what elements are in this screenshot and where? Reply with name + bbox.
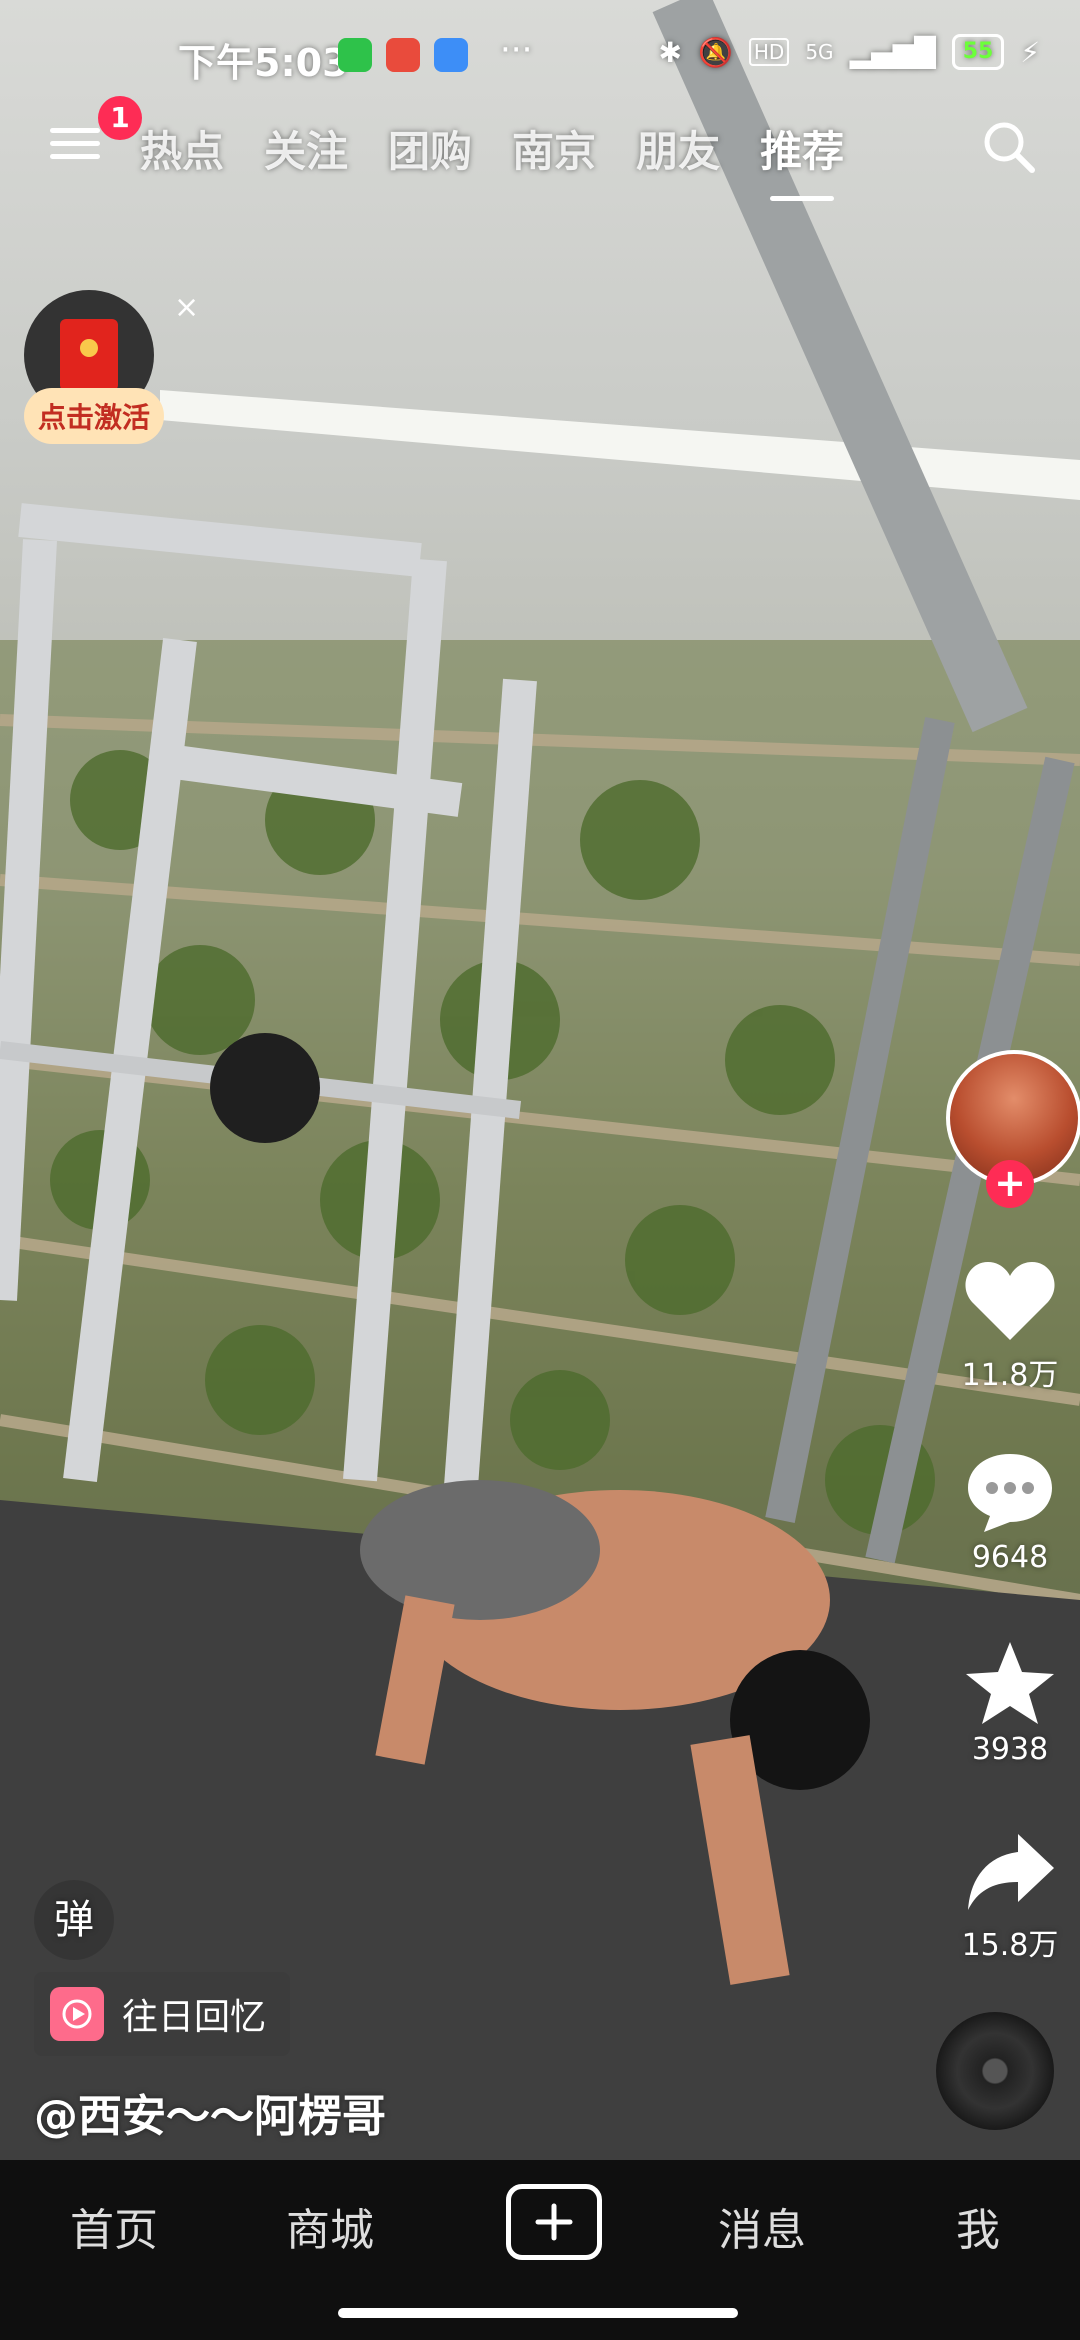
video-player[interactable] (0, 0, 1080, 2160)
heart-icon (965, 1262, 1055, 1340)
music-disc-icon[interactable] (936, 2012, 1054, 2130)
58-app-icon (386, 38, 420, 72)
menu-line (50, 154, 100, 159)
red-packet-label[interactable]: 点击激活 (24, 388, 164, 444)
bluetooth-icon: ✱ (658, 35, 682, 69)
status-bar: 下午5:03 ··· ✱ 🔕 HD 5G ▂▄▆█ 55 ⚡ (0, 0, 1080, 110)
share-arrow-icon (968, 1834, 1054, 1910)
menu-line (50, 141, 100, 146)
memory-tag[interactable]: 往日回忆 (34, 1972, 291, 2056)
memory-label: 往日回忆 (122, 1997, 267, 2038)
home-indicator[interactable] (338, 2308, 738, 2318)
star-icon (966, 1642, 1054, 1724)
tab-hot[interactable]: 热点 (140, 118, 224, 179)
menu-line (50, 128, 100, 133)
top-tabs: 热点 关注 团购 南京 朋友 推荐 (140, 118, 844, 201)
memory-icon (50, 1987, 104, 2041)
tab-recommended[interactable]: 推荐 (760, 118, 844, 201)
create-button[interactable] (506, 2184, 602, 2260)
red-packet-widget[interactable]: × 点击激活 (24, 290, 199, 444)
ceiling-light (160, 390, 1080, 500)
comment-button[interactable]: 9648 (940, 1450, 1080, 1575)
tab-friends[interactable]: 朋友 (636, 118, 720, 179)
search-icon[interactable] (980, 118, 1036, 174)
red-envelope-icon (60, 319, 118, 391)
like-button[interactable]: 11.8万 (940, 1260, 1080, 1394)
network-label: 5G (805, 40, 834, 64)
favorite-count: 3938 (971, 1732, 1049, 1767)
mute-bell-icon: 🔕 (698, 35, 733, 69)
video-frame (0, 0, 1080, 2160)
person-arm-left (375, 1595, 455, 1765)
baidu-netdisk-icon (434, 38, 468, 72)
hd-icon: HD (748, 38, 790, 66)
status-time: 下午5:03 (178, 41, 349, 85)
author-name[interactable]: @西安～～阿楞哥 (34, 2080, 386, 2144)
share-count: 15.8万 (961, 1928, 1059, 1963)
like-count: 11.8万 (961, 1358, 1059, 1393)
nav-me[interactable]: 我 (956, 2194, 1000, 2258)
charging-icon: ⚡ (1020, 35, 1040, 69)
notification-badge: 1 (98, 96, 142, 140)
menu-button[interactable] (50, 120, 100, 170)
signal-icon: ▂▄▆█ (849, 35, 936, 69)
tab-nanjing[interactable]: 南京 (512, 118, 596, 179)
status-app-icons (338, 38, 468, 72)
favorite-button[interactable]: 3938 (940, 1640, 1080, 1767)
close-icon[interactable]: × (174, 290, 199, 325)
danmu-toggle[interactable]: 弹 (34, 1880, 114, 1960)
status-more: ··· (500, 30, 533, 70)
status-right: ✱ 🔕 HD 5G ▂▄▆█ 55 ⚡ (659, 34, 1040, 70)
comment-count: 9648 (971, 1540, 1049, 1575)
nav-home[interactable]: 首页 (70, 2194, 158, 2258)
share-button[interactable]: 15.8万 (940, 1830, 1080, 1964)
plus-icon (535, 2203, 573, 2241)
weight-plate (210, 1033, 320, 1143)
person-shorts (360, 1480, 600, 1620)
tab-following[interactable]: 关注 (264, 118, 348, 179)
person-arm (690, 1735, 790, 1985)
tab-group-buy[interactable]: 团购 (388, 118, 472, 179)
nav-mall[interactable]: 商城 (286, 2194, 374, 2258)
battery-indicator: 55 (951, 34, 1005, 70)
comment-icon (968, 1454, 1052, 1532)
nav-messages[interactable]: 消息 (718, 2194, 806, 2258)
follow-button[interactable]: + (986, 1160, 1034, 1208)
wechat-mini-app-icon (338, 38, 372, 72)
